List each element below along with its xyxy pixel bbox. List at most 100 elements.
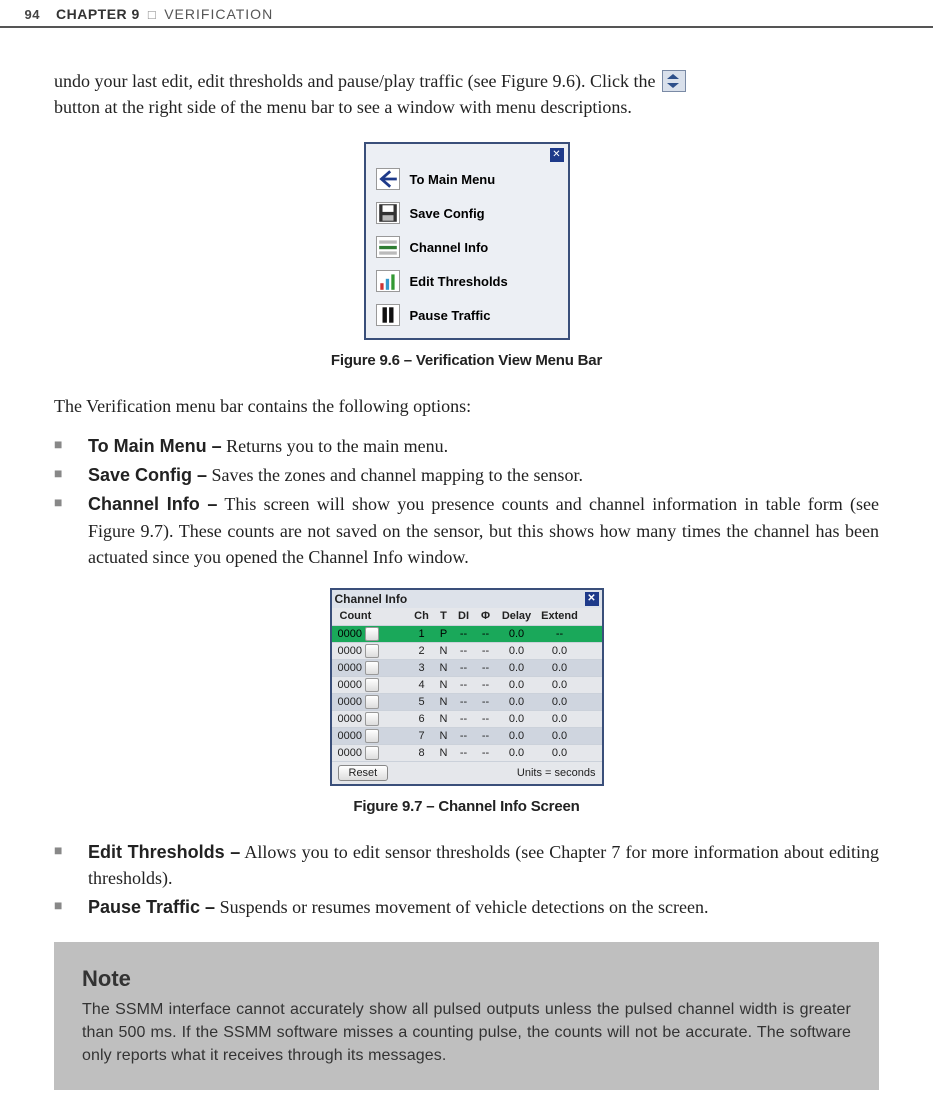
cell-ch: 5 [409,696,435,708]
column-header: Count [336,610,391,622]
column-header: T [435,610,453,622]
pause-traffic-icon [376,304,400,326]
cell-extend: 0.0 [537,713,583,725]
row-reset-icon[interactable] [365,729,379,743]
channel-info-title: Channel Info [335,592,408,606]
bullet-icon: ■ [54,433,88,459]
note-box: Note The SSMM interface cannot accuratel… [54,942,879,1090]
table-row: 00008N----0.00.0 [332,744,602,761]
column-header: Φ [475,610,497,622]
row-reset-icon[interactable] [365,712,379,726]
row-reset-icon[interactable] [365,627,379,641]
menu-options-list-2: ■Edit Thresholds – Allows you to edit se… [54,839,879,920]
count-value: 0000 [338,628,362,640]
cell-ch: 6 [409,713,435,725]
channel-info-icon [376,236,400,258]
units-label: Units = seconds [517,767,596,779]
cell-delay: 0.0 [497,696,537,708]
row-reset-icon[interactable] [365,661,379,675]
column-header: Delay [497,610,537,622]
bullet-icon: ■ [54,894,88,920]
column-header: DI [453,610,475,622]
close-icon[interactable]: ✕ [550,148,564,162]
cell-di: -- [453,628,475,640]
row-reset-icon[interactable] [365,746,379,760]
cell-di: -- [453,713,475,725]
table-row: 00004N----0.00.0 [332,676,602,693]
cell-di: -- [453,662,475,674]
menu-item-save-config[interactable]: Save Config [372,196,562,230]
menu-item-to-main-menu[interactable]: To Main Menu [372,162,562,196]
table-row: 00006N----0.00.0 [332,710,602,727]
figure-9-7-caption: Figure 9.7 – Channel Info Screen [54,798,879,815]
list-item-label: To Main Menu – [88,436,222,456]
intro-text-a: undo your last edit, edit thresholds and… [54,71,660,91]
cell-t: N [435,696,453,708]
cell-delay: 0.0 [497,713,537,725]
note-text: The SSMM interface cannot accurately sho… [82,998,851,1068]
chapter-separator: □ [140,7,164,22]
count-value: 0000 [338,696,362,708]
cell-t: N [435,730,453,742]
table-row: 00003N----0.00.0 [332,659,602,676]
chapter-title: VERIFICATION [164,6,273,22]
cell-di: -- [453,747,475,759]
list-item-text: Suspends or resumes movement of vehicle … [215,897,708,917]
list-item-text: Saves the zones and channel mapping to t… [207,465,583,485]
cell-ch: 7 [409,730,435,742]
cell-t: N [435,645,453,657]
cell-phi: -- [475,679,497,691]
menu-item-label: To Main Menu [410,172,496,187]
page-number: 94 [0,7,56,22]
cell-phi: -- [475,747,497,759]
header-rule [0,26,933,28]
column-header: Extend [537,610,583,622]
menu-options-intro: The Verification menu bar contains the f… [54,393,879,419]
intro-text-b: button at the right side of the menu bar… [54,97,632,117]
figure-9-6: ✕ To Main Menu Save Config Channel InfoEdi… [54,142,879,340]
list-item-text: Returns you to the main menu. [222,436,448,456]
cell-phi: -- [475,696,497,708]
cell-t: N [435,747,453,759]
row-reset-icon[interactable] [365,678,379,692]
cell-delay: 0.0 [497,730,537,742]
note-title: Note [82,966,851,992]
save-config-icon [376,202,400,224]
table-row: 00007N----0.00.0 [332,727,602,744]
cell-extend: -- [537,628,583,640]
expand-collapse-icon [662,70,686,92]
menu-item-edit-thresholds[interactable]: Edit Thresholds [372,264,562,298]
bullet-icon: ■ [54,491,88,569]
edit-thresholds-icon [376,270,400,292]
menu-item-pause-traffic[interactable]: Pause Traffic [372,298,562,332]
list-item-label: Pause Traffic – [88,897,215,917]
cell-ch: 1 [409,628,435,640]
row-reset-icon[interactable] [365,644,379,658]
page-header: 94 CHAPTER 9 □ VERIFICATION [0,0,933,26]
chapter-label: CHAPTER 9 [56,6,140,22]
close-icon[interactable]: ✕ [585,592,599,606]
menu-options-list-1: ■To Main Menu – Returns you to the main … [54,433,879,569]
menu-item-label: Save Config [410,206,485,221]
cell-ch: 3 [409,662,435,674]
cell-extend: 0.0 [537,645,583,657]
menu-item-channel-info[interactable]: Channel Info [372,230,562,264]
cell-ch: 2 [409,645,435,657]
cell-extend: 0.0 [537,730,583,742]
reset-button[interactable]: Reset [338,765,389,781]
cell-di: -- [453,730,475,742]
cell-di: -- [453,679,475,691]
figure-9-6-caption: Figure 9.6 – Verification View Menu Bar [54,352,879,369]
cell-extend: 0.0 [537,662,583,674]
count-value: 0000 [338,713,362,725]
cell-phi: -- [475,628,497,640]
column-header: Ch [409,610,435,622]
list-item-label: Save Config – [88,465,207,485]
count-value: 0000 [338,730,362,742]
list-item: ■To Main Menu – Returns you to the main … [54,433,879,459]
count-value: 0000 [338,679,362,691]
cell-extend: 0.0 [537,679,583,691]
row-reset-icon[interactable] [365,695,379,709]
cell-ch: 8 [409,747,435,759]
cell-extend: 0.0 [537,696,583,708]
